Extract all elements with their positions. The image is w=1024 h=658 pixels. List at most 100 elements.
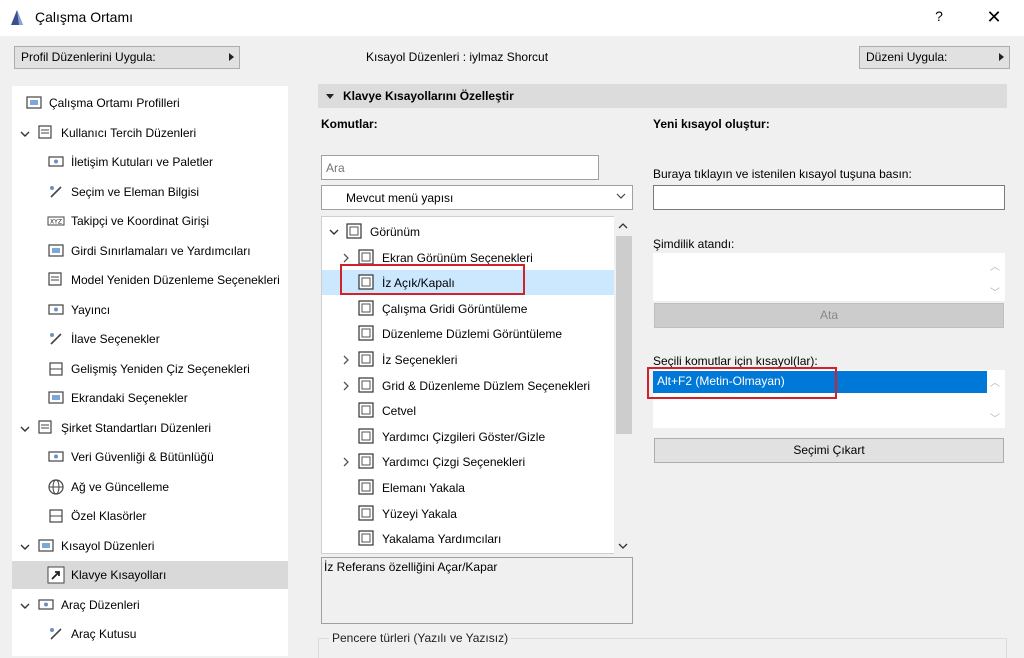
window-types-label: Pencere türleri (Yazılı ve Yazısız)	[329, 631, 512, 645]
redraw-options-icon	[49, 362, 63, 376]
command-icon	[358, 402, 374, 418]
onscreen-options-icon	[48, 391, 64, 404]
command-tree-item[interactable]: Yakalama Yardımcıları	[322, 526, 615, 551]
model-rebuild-icon	[48, 272, 62, 286]
sidebar-item-label: Gelişmiş Yeniden Çiz Seçenekleri	[71, 362, 250, 376]
new-shortcut-label: Yeni kısayol oluştur:	[653, 117, 770, 131]
command-tree-label: Yardımcı Çizgileri Göster/Gizle	[382, 430, 546, 444]
command-tree-item[interactable]: Grid & Düzenleme Düzlem Seçenekleri	[322, 373, 615, 398]
chevron-right-icon[interactable]	[341, 457, 351, 467]
sidebar-item-label: Seçim ve Eleman Bilgisi	[71, 185, 200, 199]
scrollbar-thumb[interactable]	[616, 236, 632, 434]
special-folders-icon	[49, 509, 63, 523]
press-shortcut-label: Buraya tıklayın ve istenilen kısayol tuş…	[653, 167, 912, 181]
svg-text:XYZ: XYZ	[50, 219, 62, 226]
chevron-right-icon[interactable]	[341, 253, 351, 263]
command-tree-label: Görünüm	[370, 225, 421, 239]
sidebar-item-label: Çalışma Ortamı Profilleri	[49, 96, 180, 110]
sidebar-item-label: Şirket Standartları Düzenleri	[61, 421, 212, 435]
scroll-up-icon[interactable]: ︿	[990, 374, 1000, 389]
command-tree-item[interactable]: İz Seçenekleri	[322, 347, 615, 372]
chevron-down-icon[interactable]	[20, 129, 30, 139]
command-icon	[358, 453, 374, 469]
command-icon	[358, 428, 374, 444]
command-tree-item[interactable]: Elemanı Yakala	[322, 475, 615, 500]
toolbox-icon	[50, 628, 62, 640]
close-button[interactable]: ✕	[982, 7, 1006, 29]
selected-shortcuts-label: Seçili komutlar için kısayol(lar):	[653, 354, 818, 368]
commands-label: Komutlar:	[321, 117, 378, 131]
sidebar-item-label: Kısayol Düzenleri	[61, 539, 155, 553]
sidebar-item-label: Ekrandaki Seçenekler	[71, 391, 188, 405]
section-title: Klavye Kısayollarını Özelleştir	[343, 89, 514, 103]
scroll-down-icon[interactable]	[618, 542, 628, 550]
apply-scheme-label: Düzeni Uygula:	[866, 50, 948, 64]
search-input[interactable]	[321, 155, 599, 180]
command-icon	[358, 479, 374, 495]
sidebar-item-label: Klavye Kısayolları	[71, 568, 167, 582]
command-tree-label: Yakalama Yardımcıları	[382, 532, 502, 546]
command-icon	[358, 325, 374, 341]
chevron-down-icon[interactable]	[329, 227, 339, 237]
command-tree-item[interactable]: Cetvel	[322, 398, 615, 423]
scroll-up-icon[interactable]: ︿	[990, 258, 1000, 273]
shortcut-scheme-label: Kısayol Düzenleri : iylmaz Shorcut	[366, 50, 549, 64]
command-tree-label: Yüzeyi Yakala	[382, 507, 457, 521]
command-tree-label: Cetvel	[382, 404, 417, 418]
sidebar-item-label: İletişim Kutuları ve Paletler	[71, 155, 214, 169]
sidebar-item-label: Yayıncı	[71, 303, 111, 317]
command-tree-label: Yardımcı Çizgi Seçenekleri	[382, 455, 526, 469]
more-options-icon	[50, 333, 62, 345]
input-constraints-icon	[48, 244, 64, 257]
command-tree-label: İz Seçenekleri	[382, 353, 458, 367]
chevron-down-icon[interactable]	[20, 424, 30, 434]
workspace-profiles-icon	[26, 96, 42, 109]
scroll-down-icon[interactable]: ﹀	[990, 410, 1000, 425]
assign-button[interactable]: Ata	[654, 303, 1004, 328]
selection-info-icon	[50, 186, 62, 198]
sidebar-item-label: Model Yeniden Düzenleme Seçenekleri	[71, 273, 280, 287]
scroll-up-icon[interactable]	[618, 222, 628, 230]
chevron-down-icon[interactable]	[20, 542, 30, 552]
sidebar-item-label: Araç Kutusu	[71, 627, 137, 641]
network-globe-icon	[48, 479, 64, 495]
help-button[interactable]: ?	[928, 8, 950, 28]
command-tree-label: Çalışma Gridi Görüntüleme	[382, 302, 528, 316]
currently-assigned-list[interactable]	[653, 253, 1005, 301]
window-title: Çalışma Ortamı	[35, 9, 134, 25]
command-icon	[358, 351, 374, 367]
chevron-right-icon[interactable]	[341, 381, 351, 391]
sidebar-item-label: Araç Düzenleri	[61, 598, 140, 612]
remove-selection-button[interactable]: Seçimi Çıkart	[654, 438, 1004, 463]
company-standards-icon	[38, 420, 52, 434]
highlight-selected-shortcut	[647, 367, 837, 399]
chevron-right-icon	[999, 53, 1004, 61]
tracker-xyz-icon: XYZ	[47, 216, 65, 226]
caret-down-icon[interactable]	[326, 94, 334, 99]
sidebar-item-label: Özel Klasörler	[71, 509, 147, 523]
command-icon	[358, 377, 374, 393]
publisher-icon	[48, 304, 64, 315]
command-tree-item[interactable]: Yardımcı Çizgi Seçenekleri	[322, 449, 615, 474]
shortcut-schemes-icon	[38, 539, 54, 552]
menu-structure-select[interactable]: Mevcut menü yapısı	[321, 185, 633, 210]
apply-scheme-button[interactable]: Düzeni Uygula:	[859, 46, 1010, 69]
shortcut-capture-field[interactable]	[653, 185, 1005, 210]
keyboard-shortcuts-icon	[47, 566, 65, 584]
command-tree-label: Düzenleme Düzlemi Görüntüleme	[382, 327, 563, 341]
command-tree-label: Elemanı Yakala	[382, 481, 465, 495]
command-tree-item[interactable]: Düzenleme Düzlemi Görüntüleme	[322, 321, 615, 346]
highlight-selected-command	[340, 264, 525, 295]
sidebar-item-label: Veri Güvenliği & Bütünlüğü	[71, 450, 214, 464]
scroll-down-icon[interactable]: ﹀	[990, 284, 1000, 299]
sidebar-item-label: İlave Seçenekler	[71, 332, 160, 346]
title-bar	[0, 0, 1024, 36]
command-tree-item[interactable]: Yüzeyi Yakala	[322, 501, 615, 526]
command-tree-item[interactable]: Görünüm	[322, 219, 615, 244]
command-description: İz Referans özelliğini Açar/Kapar	[321, 557, 633, 624]
chevron-down-icon[interactable]	[20, 601, 30, 611]
command-tree-item[interactable]: Çalışma Gridi Görüntüleme	[322, 296, 615, 321]
command-tree-item[interactable]: Yardımcı Çizgileri Göster/Gizle	[322, 424, 615, 449]
apply-profile-button[interactable]: Profil Düzenlerini Uygula:	[14, 46, 240, 69]
chevron-right-icon[interactable]	[341, 355, 351, 365]
